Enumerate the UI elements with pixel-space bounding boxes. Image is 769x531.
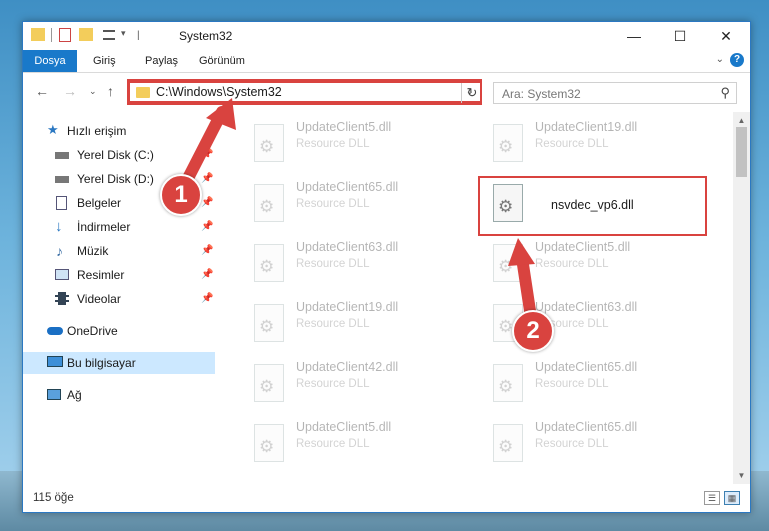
step-2-badge: 2 — [512, 310, 554, 352]
arrow-to-address-bar — [176, 98, 538, 330]
step-1-badge: 1 — [160, 174, 202, 216]
